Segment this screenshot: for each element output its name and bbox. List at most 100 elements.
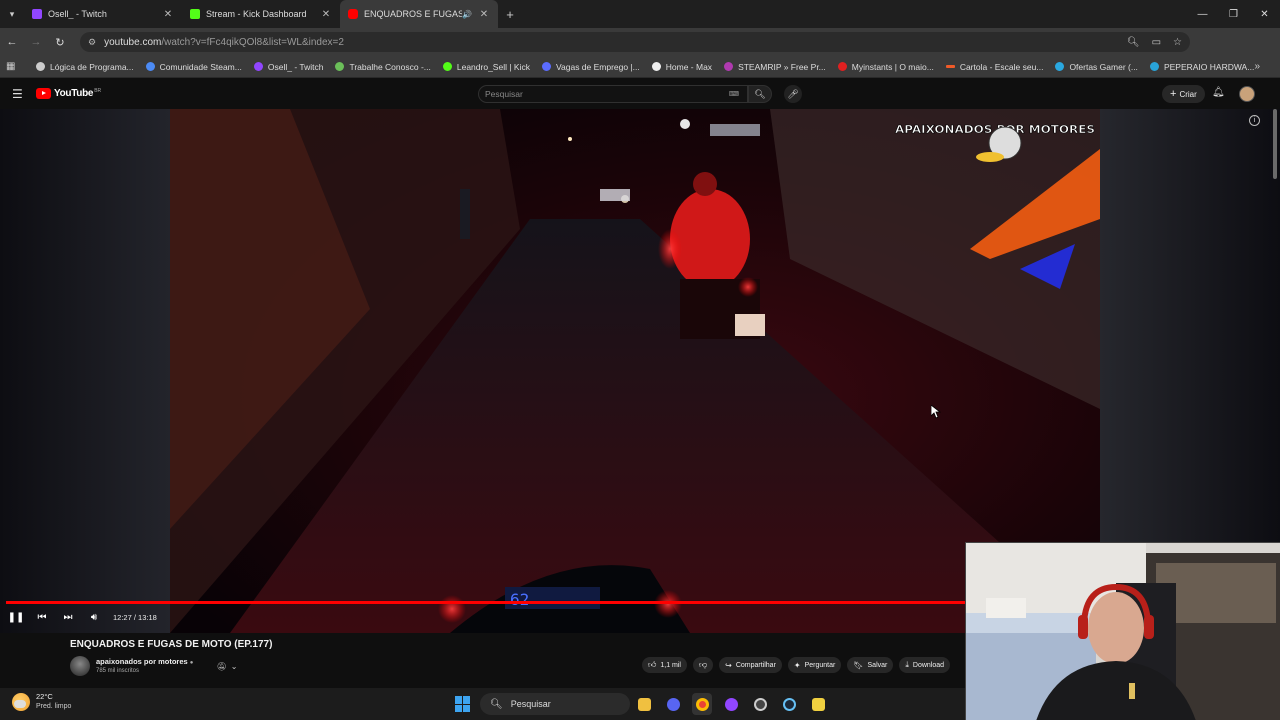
kick-favicon-icon — [190, 9, 200, 19]
search-input[interactable] — [485, 89, 715, 99]
twitch-app-icon[interactable] — [721, 693, 741, 715]
mouse-cursor-icon — [931, 405, 941, 419]
account-avatar[interactable] — [1239, 86, 1255, 102]
back-arrow-icon[interactable]: ← — [0, 28, 24, 56]
taskbar-search[interactable]: 🔍︎ Pesquisar — [480, 693, 630, 715]
download-icon: ⤓ — [905, 660, 909, 669]
bookmark-star-icon[interactable]: ☆ — [1173, 37, 1182, 48]
steam-app-icon[interactable] — [779, 693, 799, 715]
youtube-search-box[interactable]: ⌨ — [478, 85, 748, 103]
bookmark-icon: 🔖︎ — [853, 660, 864, 670]
time-display: 12:27 / 13:18 — [113, 612, 157, 622]
zoom-search-icon[interactable]: 🔍︎ — [1127, 37, 1140, 48]
channel-watermark-logo: APAIXONADOS POR MOTORES — [895, 123, 1095, 162]
search-icon: 🔍︎ — [490, 698, 503, 710]
bookmark-item[interactable]: Cartola - Escale seu... — [945, 62, 1043, 72]
bookmark-item[interactable]: Vagas de Emprego |... — [541, 62, 640, 72]
chat-app-icon[interactable] — [663, 693, 683, 715]
youtube-favicon-icon — [348, 9, 358, 19]
minimize-icon[interactable]: — — [1187, 0, 1218, 28]
weather-sun-icon — [12, 693, 30, 711]
bookmark-item[interactable]: Myinstants | O maio... — [837, 62, 934, 72]
telegram-icon — [1149, 62, 1159, 71]
tab-title: Stream - Kick Dashboard — [206, 9, 307, 19]
obs-app-icon[interactable] — [750, 693, 770, 715]
max-icon — [651, 62, 661, 71]
previous-icon[interactable]: ⏮︎ — [29, 612, 55, 623]
like-button[interactable]: 👍︎ 1,1 mil — [642, 657, 687, 673]
new-tab-button[interactable]: + — [498, 7, 522, 22]
more-bookmarks-icon[interactable]: » — [1254, 61, 1260, 72]
apps-grid-icon[interactable]: ▦ — [6, 61, 24, 72]
voice-search-button[interactable]: 🎤︎ — [784, 85, 802, 103]
tab-close-icon[interactable]: ✕ — [320, 9, 332, 20]
youtube-logo[interactable]: YouTube BR — [36, 88, 101, 99]
chevron-down-icon: ⌄ — [230, 661, 238, 671]
bookmark-item[interactable]: Ofertas Gamer (... — [1055, 62, 1138, 72]
bookmark-item[interactable]: Trabalhe Conosco -... — [335, 62, 431, 72]
cast-icon[interactable]: ▭ — [1152, 37, 1161, 48]
plus-icon: + — [1170, 88, 1177, 100]
info-icon[interactable]: i — [1249, 115, 1260, 126]
tab-search-dropdown-icon[interactable]: ▾ — [0, 0, 24, 28]
download-button[interactable]: ⤓ Download — [899, 657, 951, 673]
windows-start-icon[interactable] — [455, 696, 471, 712]
tab-close-icon[interactable]: ✕ — [162, 9, 174, 20]
tab-youtube-active[interactable]: ENQUADROS E FUGAS DE M 🔊 ✕ — [340, 0, 498, 28]
weather-widget[interactable]: 22°C Pred. limpo — [12, 692, 71, 712]
bookmark-item[interactable]: Comunidade Steam... — [145, 62, 242, 72]
site-info-icon[interactable]: ⚙ — [88, 37, 96, 48]
keyboard-icon[interactable]: ⌨ — [729, 90, 739, 98]
game-app-icon[interactable] — [808, 693, 828, 715]
next-icon[interactable]: ⏭︎ — [55, 612, 81, 623]
myinstants-icon — [837, 62, 847, 71]
notifications-bell-icon[interactable]: 🔔︎ — [1212, 87, 1225, 98]
restore-icon[interactable]: ❐ — [1218, 0, 1249, 28]
tab-twitch[interactable]: Osell_ - Twitch ✕ — [24, 0, 182, 28]
tab-strip: ▾ Osell_ - Twitch ✕ Stream - Kick Dashbo… — [0, 0, 1280, 28]
dislike-button[interactable]: 👎︎ — [693, 657, 714, 673]
share-button[interactable]: ↪ Compartilhar — [719, 657, 782, 673]
chrome-app-icon[interactable] — [692, 693, 712, 715]
bookmark-item[interactable]: Leandro_Sell | Kick — [442, 62, 530, 72]
telegram-icon — [1055, 62, 1065, 71]
hamburger-menu-icon[interactable]: ☰ — [12, 87, 23, 101]
explorer-app-icon[interactable] — [634, 693, 654, 715]
search-icon: 🔍︎ — [754, 88, 766, 99]
scrollbar-thumb[interactable] — [1273, 109, 1277, 179]
globe-icon — [335, 62, 345, 71]
sparkle-icon: ✦ — [793, 660, 801, 670]
share-icon: ↪ — [725, 660, 732, 670]
close-window-icon[interactable]: ✕ — [1249, 0, 1280, 28]
microphone-icon: 🎤︎ — [787, 88, 799, 99]
subscription-notifications-button[interactable]: 🔕︎ ⌄ — [210, 659, 244, 673]
tab-close-icon[interactable]: ✕ — [478, 9, 490, 20]
bookmark-item[interactable]: Lógica de Programa... — [36, 62, 134, 72]
create-button[interactable]: + Criar — [1162, 85, 1205, 103]
bookmark-item[interactable]: PEPERAIO HARDWA... — [1149, 62, 1254, 72]
tab-kick[interactable]: Stream - Kick Dashboard ✕ — [182, 0, 340, 28]
taskbar-apps — [634, 693, 828, 715]
reload-icon[interactable]: ↻ — [48, 28, 72, 56]
channel-avatar[interactable] — [70, 656, 90, 676]
pause-icon[interactable]: ❚❚ — [3, 612, 29, 623]
channel-name[interactable]: apaixonados por motores ● — [96, 657, 193, 666]
youtube-play-icon — [36, 88, 51, 99]
forward-arrow-icon[interactable]: → — [24, 28, 48, 56]
search-button[interactable]: 🔍︎ — [748, 85, 772, 103]
url-text: youtube.com/watch?v=fFc4qikQOl8&list=WL&… — [104, 36, 344, 48]
subscriber-count: 785 mil inscritos — [96, 668, 140, 674]
bookmark-item[interactable]: Osell_ - Twitch — [253, 62, 323, 72]
bookmark-item[interactable]: STEAMRIP » Free Pr... — [724, 62, 826, 72]
save-button[interactable]: 🔖︎ Salvar — [847, 657, 894, 673]
volume-icon[interactable]: 🔊︎ — [81, 612, 107, 623]
url-bar[interactable]: ⚙ youtube.com/watch?v=fFc4qikQOl8&list=W… — [80, 32, 1190, 52]
cartola-icon — [945, 65, 955, 68]
ask-button[interactable]: ✦ Perguntar — [787, 657, 842, 673]
speaker-icon[interactable]: 🔊 — [462, 10, 472, 19]
bookmark-item[interactable]: Home - Max — [651, 62, 712, 72]
video-actions: 👍︎ 1,1 mil 👎︎ ↪ Compartilhar ✦ Perguntar 🔖︎… — [642, 657, 951, 673]
jobs-icon — [541, 62, 551, 71]
window-controls: — ❐ ✕ — [1187, 0, 1280, 28]
video-frame[interactable]: 62 APAIXONADOS POR MOTORES — [170, 109, 1100, 633]
